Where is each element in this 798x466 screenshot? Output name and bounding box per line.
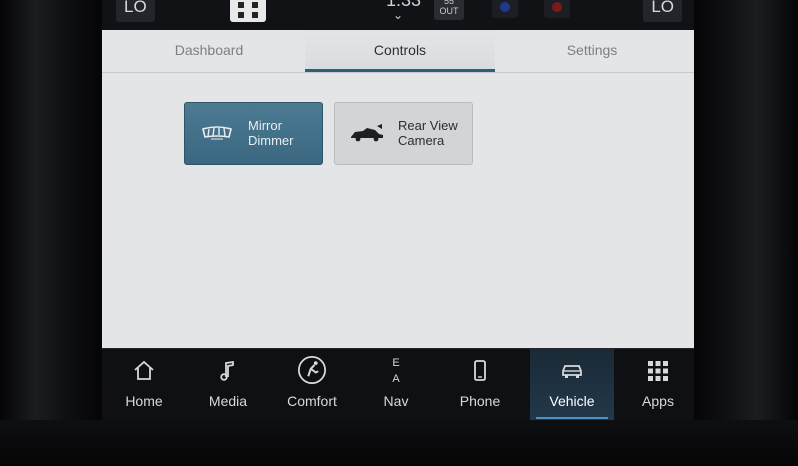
bezel-left — [0, 0, 102, 466]
compass-top-letter: E — [392, 357, 400, 369]
mirror-dimmer-line2: Dimmer — [248, 133, 294, 148]
rear-camera-icon — [351, 124, 383, 142]
dashboard-grid-icon[interactable] — [230, 0, 266, 22]
driver-temp-button[interactable]: LO — [116, 0, 155, 22]
nav-vehicle-label: Vehicle — [549, 393, 595, 409]
nav-media[interactable]: Media — [186, 349, 270, 420]
tab-settings[interactable]: Settings — [525, 30, 659, 70]
mirror-dimmer-label: Mirror Dimmer — [248, 118, 320, 148]
wifi-icon[interactable] — [544, 0, 570, 18]
bluetooth-icon[interactable] — [492, 0, 518, 18]
nav-phone-label: Phone — [459, 393, 501, 409]
comfort-seat-icon — [298, 356, 326, 384]
tab-bar: Dashboard Controls Settings — [102, 30, 694, 72]
phone-icon — [474, 360, 486, 381]
apps-grid-icon — [648, 361, 668, 381]
nav-comfort-label: Comfort — [287, 393, 337, 409]
passenger-temp-button[interactable]: LO — [643, 0, 682, 22]
outside-temp: 55 OUT — [434, 0, 464, 20]
nav-nav-label: Nav — [383, 393, 409, 409]
rear-view-camera-button[interactable]: Rear View Camera — [334, 102, 473, 165]
nav-nav[interactable]: E A Nav — [354, 349, 438, 420]
nav-home[interactable]: Home — [102, 349, 186, 420]
nav-apps-label: Apps — [642, 393, 674, 409]
outside-temp-label: OUT — [439, 6, 459, 16]
infotainment-screen: LO 1:33 ⌄ 55 OUT LO Dashboard Controls S… — [102, 0, 694, 420]
controls-panel: Dashboard Controls Settings Mirror Dimme… — [102, 30, 694, 348]
compass-icon: E A — [384, 355, 408, 385]
car-icon — [562, 365, 582, 378]
nav-comfort[interactable]: Comfort — [270, 349, 354, 420]
bezel-bottom — [0, 420, 798, 466]
rear-view-camera-line1: Rear View — [398, 118, 458, 133]
mirror-dimmer-icon — [202, 126, 232, 140]
nav-vehicle[interactable]: Vehicle — [530, 349, 614, 420]
bottom-nav: Home Media Comfort E A Nav Phone Vehicle… — [102, 348, 694, 420]
nav-apps[interactable]: Apps — [616, 349, 694, 420]
mirror-dimmer-button[interactable]: Mirror Dimmer — [184, 102, 323, 165]
nav-media-label: Media — [208, 393, 248, 409]
tab-controls[interactable]: Controls — [305, 30, 495, 72]
rear-view-camera-label: Rear View Camera — [398, 118, 470, 148]
mirror-dimmer-line1: Mirror — [248, 118, 282, 133]
music-note-icon — [220, 360, 234, 381]
rear-view-camera-line2: Camera — [398, 133, 445, 148]
nav-phone[interactable]: Phone — [438, 349, 522, 420]
chevron-down-icon[interactable]: ⌄ — [393, 8, 403, 22]
status-bar: LO 1:33 ⌄ 55 OUT LO — [102, 0, 694, 30]
tab-divider — [102, 72, 694, 73]
nav-home-label: Home — [125, 393, 163, 409]
home-icon — [134, 360, 154, 380]
compass-bottom-letter: A — [392, 373, 400, 385]
tab-dashboard[interactable]: Dashboard — [142, 30, 276, 70]
clock: 1:33 — [386, 0, 422, 10]
bezel-right — [694, 0, 798, 466]
